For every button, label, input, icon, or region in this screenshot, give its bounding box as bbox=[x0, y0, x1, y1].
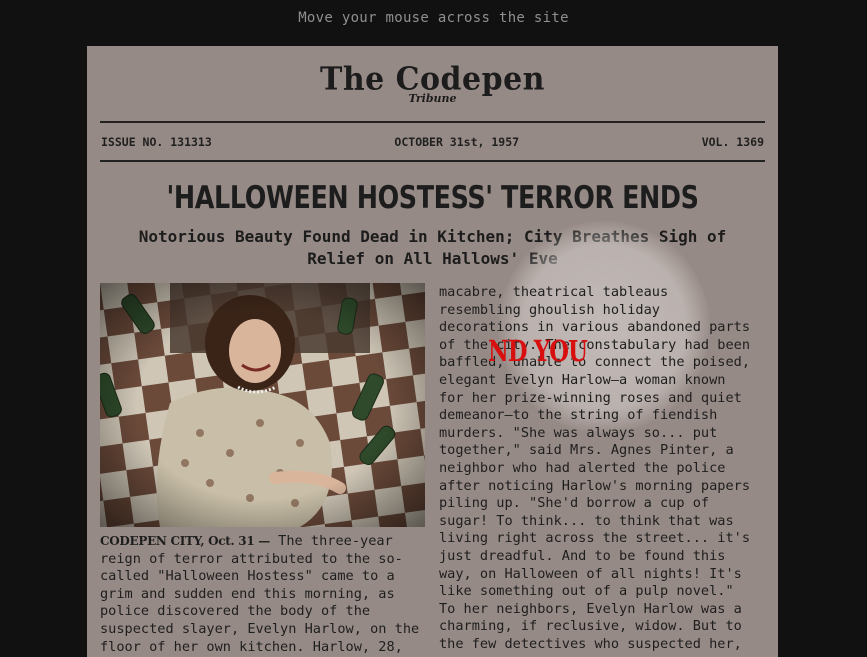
issue-bar: ISSUE NO. 131313 OCTOBER 31st, 1957 VOL.… bbox=[101, 135, 764, 149]
article-left-column: CODEPEN CITY, Oct. 31 — The three-year r… bbox=[100, 533, 428, 657]
issue-number: ISSUE NO. 131313 bbox=[101, 135, 212, 149]
woman-on-kitchen-floor-image bbox=[100, 283, 425, 527]
bottom-rule bbox=[100, 160, 765, 162]
newspaper-page: The Codepen Tribune ISSUE NO. 131313 OCT… bbox=[87, 46, 778, 657]
hidden-reveal-message: ND YOU bbox=[488, 334, 588, 368]
volume-number: VOL. 1369 bbox=[701, 135, 764, 149]
article-subheadline: Notorious Beauty Found Dead in Kitchen; … bbox=[138, 227, 727, 268]
article-dateline: CODEPEN CITY, Oct. 31 — bbox=[100, 534, 270, 548]
masthead-subtitle: Tribune bbox=[408, 92, 457, 105]
article-headline: 'HALLOWEEN HOSTESS' TERROR ENDS bbox=[166, 180, 699, 216]
instruction-hint: Move your mouse across the site bbox=[298, 10, 569, 26]
issue-date: OCTOBER 31st, 1957 bbox=[394, 135, 520, 149]
article-photo bbox=[100, 283, 425, 527]
left-column-text: The three-year reign of terror attribute… bbox=[100, 533, 420, 657]
top-rule bbox=[100, 121, 765, 123]
